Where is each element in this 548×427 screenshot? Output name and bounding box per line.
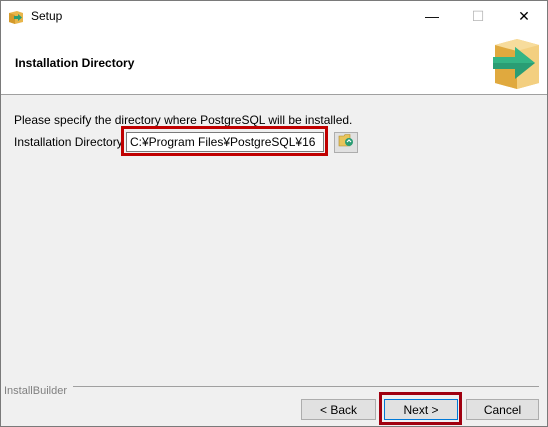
- setup-window: Setup — ☐ ✕ Installation Directory Pleas…: [0, 0, 548, 427]
- footer-divider: [73, 386, 539, 387]
- installation-directory-input[interactable]: [126, 132, 324, 152]
- window-title: Setup: [31, 9, 63, 23]
- back-button[interactable]: < Back: [301, 399, 376, 420]
- maximize-button[interactable]: ☐: [455, 1, 501, 31]
- title-bar: Setup — ☐ ✕: [1, 1, 547, 31]
- browse-button[interactable]: [334, 132, 358, 153]
- folder-browse-icon: [338, 133, 354, 152]
- close-button[interactable]: ✕: [501, 1, 547, 31]
- next-button[interactable]: Next >: [384, 399, 458, 420]
- directory-prompt: Please specify the directory where Postg…: [14, 113, 353, 127]
- cancel-button[interactable]: Cancel: [466, 399, 539, 420]
- installer-box-icon: [8, 8, 24, 24]
- page-title: Installation Directory: [15, 56, 135, 70]
- installer-box-arrow-icon: [489, 35, 543, 91]
- header-panel: Installation Directory: [1, 31, 547, 95]
- installation-directory-label: Installation Directory: [14, 135, 123, 149]
- installbuilder-brand: InstallBuilder: [4, 385, 67, 397]
- minimize-button[interactable]: —: [409, 1, 455, 31]
